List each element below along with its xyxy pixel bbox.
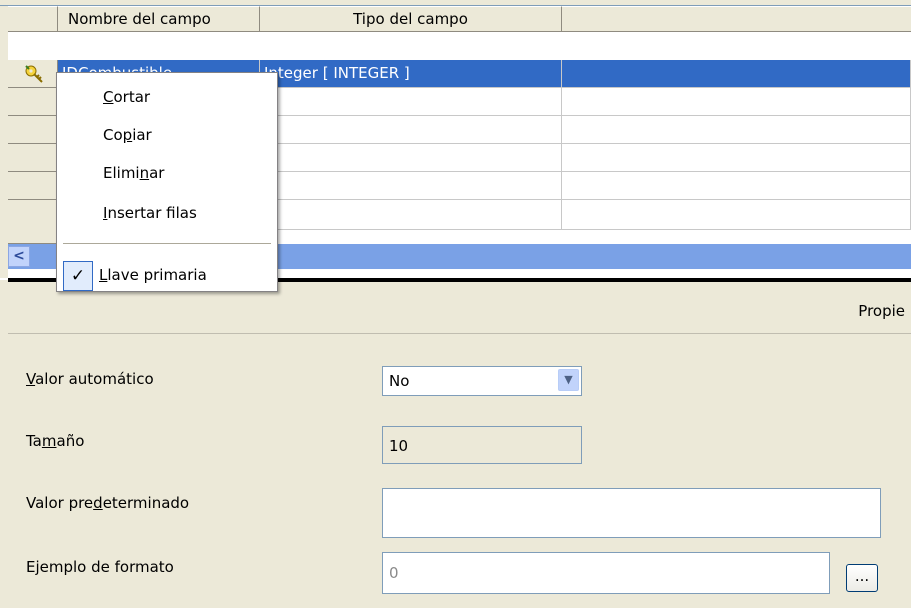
mnemonic: V (26, 370, 36, 388)
table-cell-field-type[interactable] (260, 144, 562, 172)
cell-text: Integer [ INTEGER ] (264, 64, 410, 82)
label-text: iar (132, 126, 152, 144)
menu-item-primary-key[interactable]: Llave primaria (57, 257, 277, 293)
label-text: Elimi (103, 164, 140, 182)
field-properties-panel: Propie Valor automático No ▼ Tamaño 10 V… (8, 282, 911, 608)
label-text: eterminado (102, 494, 190, 512)
table-cell-field-type[interactable] (260, 200, 562, 230)
field-value: 0 (389, 564, 399, 582)
menu-item-cut[interactable]: Cortar (57, 79, 277, 115)
label-text: Ta (26, 432, 42, 450)
table-cell-field-type[interactable]: Integer [ INTEGER ] (260, 60, 562, 88)
label-text: alor automático (35, 370, 154, 388)
field-value: 10 (389, 437, 409, 455)
key-icon (25, 65, 43, 83)
mnemonic: n (139, 164, 150, 182)
row-header[interactable] (8, 60, 58, 88)
table-cell-description[interactable] (562, 88, 911, 116)
auto-value-label: Valor automático (26, 370, 154, 388)
table-cell-field-type[interactable] (260, 116, 562, 144)
row-header[interactable] (8, 200, 58, 244)
row-header[interactable] (8, 144, 58, 172)
label-text: nsertar filas (107, 204, 197, 222)
mnemonic: m (41, 432, 57, 450)
default-value-field[interactable] (382, 488, 881, 538)
table-cell-field-type[interactable] (260, 172, 562, 200)
format-example-field: 0 (382, 552, 830, 594)
size-label: Tamaño (26, 432, 84, 450)
context-menu: Cortar Copiar Eliminar Insertar filas ✓ … (56, 72, 278, 292)
table-cell-description[interactable] (562, 172, 911, 200)
label-text: Valor pre (26, 494, 94, 512)
table-cell-description[interactable] (562, 60, 911, 88)
column-header-label: Nombre del campo (68, 10, 211, 28)
column-header-label: Tipo del campo (353, 10, 468, 28)
select-value: No (389, 372, 410, 390)
row-header[interactable] (8, 116, 58, 144)
row-header[interactable] (8, 172, 58, 200)
column-header-field-name[interactable]: Nombre del campo (58, 6, 260, 32)
label-text: lave primaria (107, 266, 207, 284)
menu-item-copy[interactable]: Copiar (57, 117, 277, 153)
label-text: año (56, 432, 85, 450)
label-text: ortar (113, 88, 151, 106)
row-header[interactable] (8, 88, 58, 116)
menu-item-insert-rows[interactable]: Insertar filas (57, 195, 277, 231)
menu-separator (63, 243, 271, 244)
table-cell-field-type[interactable] (260, 88, 562, 116)
mnemonic: d (93, 494, 103, 512)
format-button[interactable]: ... (846, 564, 878, 592)
mnemonic: p (122, 126, 133, 144)
size-field[interactable]: 10 (382, 426, 582, 464)
chevron-left-icon[interactable]: < (8, 246, 30, 267)
table-cell-description[interactable] (562, 144, 911, 172)
table-cell-description[interactable] (562, 116, 911, 144)
column-header-description[interactable] (562, 6, 911, 32)
menu-item-delete[interactable]: Eliminar (57, 155, 277, 191)
properties-title: Propie (858, 302, 905, 320)
column-header-field-type[interactable]: Tipo del campo (260, 6, 562, 32)
label-text: ar (149, 164, 165, 182)
grid-left-border (0, 6, 8, 278)
table-cell-description[interactable] (562, 200, 911, 230)
auto-value-select[interactable]: No ▼ (382, 366, 582, 396)
default-value-label: Valor predeterminado (26, 494, 189, 512)
row-header-corner (8, 6, 58, 32)
format-example-label: Ejemplo de formato (26, 558, 174, 576)
mnemonic: C (103, 88, 114, 106)
divider (8, 333, 911, 334)
label-text: Co (103, 126, 123, 144)
chevron-down-icon[interactable]: ▼ (558, 369, 579, 391)
